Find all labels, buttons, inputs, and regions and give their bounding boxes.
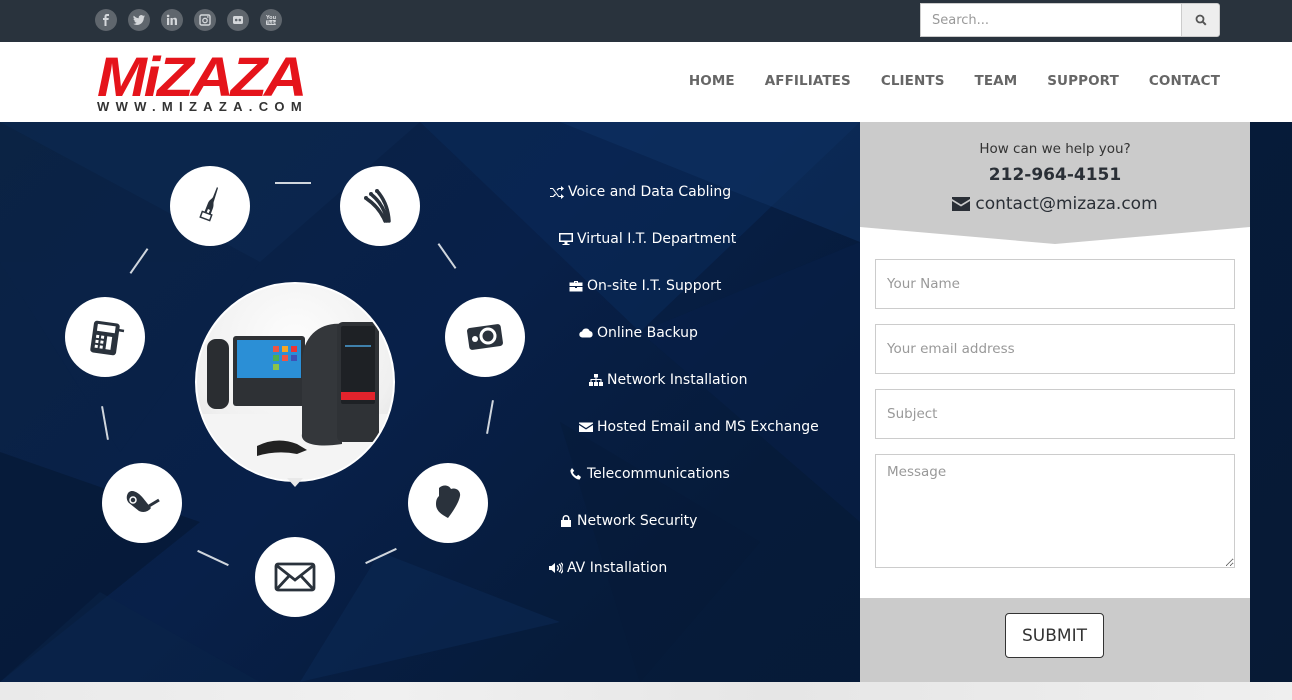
service-label: Network Installation [607,372,748,388]
contact-email[interactable]: contact@mizaza.com [860,194,1250,214]
top-bar: You Tube [0,0,1292,42]
desk-phones-illustration [197,322,393,480]
site-logo[interactable]: MiZAZA WWW.MIZAZA.COM [97,49,337,114]
youtube-icon: YouTube [265,15,277,25]
camera-icon [467,324,503,350]
photo-pointer [287,478,303,487]
facebook-link[interactable] [95,9,117,31]
facebook-icon [103,14,109,26]
nav-clients[interactable]: CLIENTS [881,73,945,89]
briefcase-icon [569,281,583,292]
contact-footer: SUBMIT [860,598,1250,682]
nav-contact[interactable]: CONTACT [1149,73,1220,89]
service-virtual-it[interactable]: Virtual I.T. Department [559,231,736,247]
service-network-security[interactable]: Network Security [559,513,697,529]
contact-email-text: contact@mizaza.com [975,194,1158,214]
service-hosted-email[interactable]: Hosted Email and MS Exchange [579,419,819,435]
email-input[interactable] [875,324,1235,374]
ethernet-cable-circle [170,166,250,246]
flickr-link[interactable] [227,9,249,31]
service-label: Network Security [577,513,698,529]
search-input[interactable] [920,3,1181,37]
twitter-icon [133,15,145,25]
hero-section: Voice and Data Cabling Virtual I.T. Depa… [0,122,1292,682]
service-label: Hosted Email and MS Exchange [597,419,819,435]
desk-phone-icon [90,320,125,356]
cloud-circle [408,463,488,543]
social-links: You Tube [95,9,282,31]
service-network-installation[interactable]: Network Installation [589,372,747,388]
help-text: How can we help you? [979,141,1131,157]
youtube-link[interactable]: You Tube [260,9,282,31]
service-label: Virtual I.T. Department [577,231,737,247]
nav-home[interactable]: HOME [689,73,735,89]
linkedin-link[interactable] [161,9,183,31]
service-voice-data-cabling[interactable]: Voice and Data Cabling [550,184,731,200]
lock-icon [561,515,571,527]
service-label: AV Installation [567,560,668,576]
logo-wordmark: MiZAZA [97,45,307,108]
envelope-icon [952,197,971,211]
name-input[interactable] [875,259,1235,309]
service-label: On-site I.T. Support [587,278,722,294]
service-onsite-it[interactable]: On-site I.T. Support [569,278,721,294]
search-bar [920,3,1220,37]
service-online-backup[interactable]: Online Backup [579,325,698,341]
service-av-installation[interactable]: AV Installation [549,560,667,576]
envelope-circle [255,537,335,617]
contact-phone[interactable]: 212-964-4151 [860,165,1250,185]
submit-button[interactable]: SUBMIT [1005,613,1104,658]
search-button[interactable] [1181,3,1220,37]
cloud-icon [436,485,461,518]
envelope-icon [579,422,593,432]
av-cable-circle [340,166,420,246]
camera-circle [445,297,525,377]
orbit-dash [275,182,311,184]
security-camera-circle [102,463,182,543]
svg-text:Tube: Tube [267,20,277,25]
desk-phone-circle [65,297,145,377]
contact-panel: How can we help you? 212-964-4151 contac… [860,122,1250,682]
random-icon [550,186,564,199]
envelope-icon [274,562,316,592]
av-cable-icon [364,189,391,223]
main-nav: HOME AFFILIATES CLIENTS TEAM SUPPORT CON… [689,73,1220,89]
cloud-icon [579,328,593,338]
ethernet-cable-icon [199,187,218,222]
linkedin-icon [166,14,177,25]
phone-icon [570,468,581,480]
volume-icon [549,562,563,574]
ip-desk-phones-photo [195,282,395,482]
security-camera-icon [126,490,160,512]
search-icon [1195,14,1207,26]
service-label: Telecommunications [587,466,730,482]
instagram-icon [199,14,211,26]
flickr-icon [233,16,243,24]
nav-affiliates[interactable]: AFFILIATES [765,73,851,89]
service-label: Voice and Data Cabling [568,184,732,200]
service-label: Online Backup [597,325,698,341]
site-header: MiZAZA WWW.MIZAZA.COM HOME AFFILIATES CL… [0,42,1292,122]
desktop-icon [559,233,573,245]
nav-team[interactable]: TEAM [975,73,1018,89]
service-telecommunications[interactable]: Telecommunications [569,466,730,482]
message-textarea[interactable] [875,454,1235,568]
sitemap-icon [589,374,603,386]
twitter-link[interactable] [128,9,150,31]
instagram-link[interactable] [194,9,216,31]
next-section-strip [0,682,1292,700]
nav-support[interactable]: SUPPORT [1047,73,1119,89]
subject-input[interactable] [875,389,1235,439]
